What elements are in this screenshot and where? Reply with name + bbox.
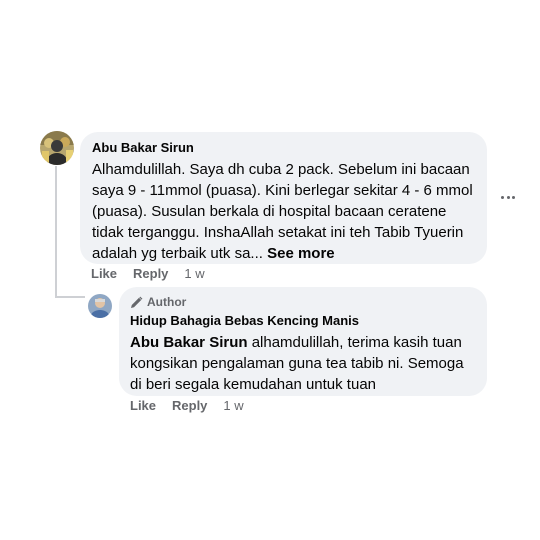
reply-like-button[interactable]: Like [130,398,156,413]
more-options-icon[interactable] [497,186,519,208]
pencil-icon [131,296,143,308]
author-badge-label: Author [147,295,187,309]
page-avatar[interactable] [88,294,112,318]
reply-timestamp[interactable]: 1 w [223,398,243,413]
reply-reply-button[interactable]: Reply [172,398,207,413]
reply-author-name[interactable]: Hidup Bahagia Bebas Kencing Manis [130,313,475,329]
reply-button[interactable]: Reply [133,266,168,281]
comment-bubble: Abu Bakar Sirun Alhamdulillah. Saya dh c… [80,132,487,264]
comment-author-name[interactable]: Abu Bakar Sirun [92,140,475,156]
comment-text: Alhamdulillah. Saya dh cuba 2 pack. Sebe… [92,159,475,264]
author-badge: Author [130,295,475,309]
commenter-avatar[interactable] [40,131,74,165]
reply-bubble: Author Hidup Bahagia Bebas Kencing Manis… [119,287,487,396]
comment-actions: Like Reply 1 w [91,266,205,281]
see-more-link[interactable]: See more [267,245,335,262]
like-button[interactable]: Like [91,266,117,281]
reply-actions: Like Reply 1 w [130,398,244,413]
reply-text: Abu Bakar Sirun alhamdulillah, terima ka… [130,332,475,395]
mention-link[interactable]: Abu Bakar Sirun [130,334,248,351]
thread-connector-vertical [55,166,57,298]
thread-connector-horizontal [55,296,85,298]
comment-timestamp[interactable]: 1 w [184,266,204,281]
